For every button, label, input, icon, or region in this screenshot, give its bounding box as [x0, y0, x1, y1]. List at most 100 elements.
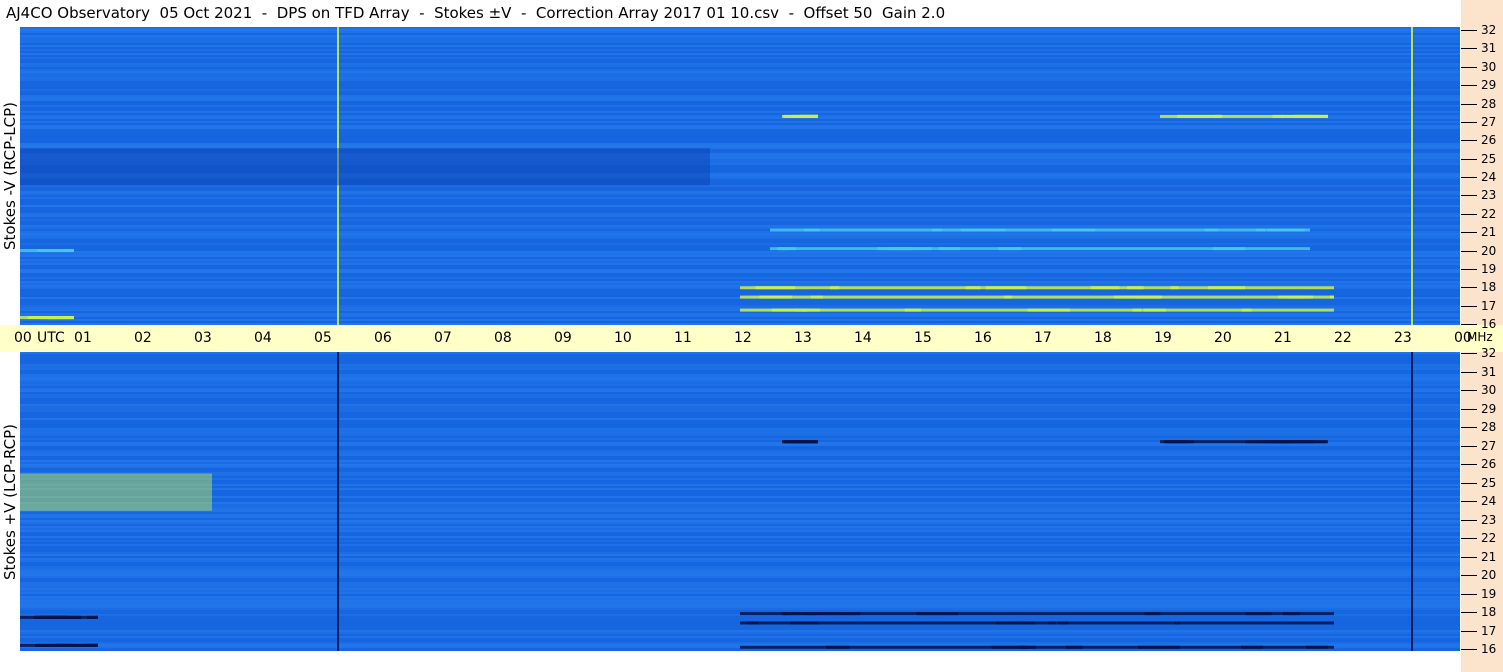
freq-tick — [1461, 324, 1477, 325]
noise-stripe — [20, 113, 1460, 115]
noise-stripe — [20, 123, 1460, 125]
noise-stripe — [20, 408, 1460, 410]
noise-stripe — [20, 536, 1460, 538]
noise-stripe — [20, 105, 1460, 107]
noise-stripe — [20, 33, 1460, 35]
noise-stripe — [20, 532, 1460, 534]
noise-stripe — [20, 454, 1460, 456]
top-panel-label: Stokes -V (RCP-LCP) — [1, 102, 19, 250]
noise-stripe — [20, 402, 1460, 404]
noise-stripe — [20, 552, 1460, 554]
noise-stripe — [20, 51, 1460, 53]
noise-stripe — [20, 141, 1460, 143]
interference-line — [1411, 27, 1413, 325]
freq-tick — [1461, 353, 1477, 354]
emission-band-segment — [1018, 645, 1027, 649]
noise-stripe — [20, 530, 1460, 532]
emission-band-segment — [960, 228, 1006, 232]
emission-band-segment — [55, 643, 91, 647]
noise-stripe — [20, 317, 1460, 319]
time-tick-label: 18 — [1094, 330, 1112, 346]
emission-band-segment — [810, 295, 824, 299]
noise-stripe — [20, 187, 1460, 189]
bottom-margin — [0, 651, 1461, 672]
noise-stripe — [20, 201, 1460, 203]
noise-stripe — [20, 103, 1460, 105]
noise-stripe — [20, 444, 1460, 446]
noise-stripe — [20, 37, 1460, 39]
noise-stripe — [20, 512, 1460, 514]
emission-band-segment — [1174, 621, 1181, 625]
freq-tick-label: 30 — [1481, 59, 1497, 74]
freq-tick — [1461, 268, 1477, 270]
noise-stripe — [20, 486, 1460, 488]
noise-stripe — [20, 211, 1460, 213]
emission-band-segment — [1170, 286, 1179, 290]
noise-stripe — [20, 259, 1460, 261]
emission-band-segment — [1004, 295, 1013, 299]
noise-stripe — [20, 263, 1460, 265]
noise-stripe — [20, 235, 1460, 237]
emission-region — [20, 148, 710, 186]
freq-tick — [1461, 30, 1477, 31]
noise-stripe — [20, 602, 1460, 604]
noise-stripe — [20, 261, 1460, 263]
noise-stripe — [20, 412, 1460, 414]
emission-band-segment — [1114, 295, 1160, 299]
freq-unit-label: MHz — [1467, 330, 1493, 344]
noise-stripe — [20, 39, 1460, 41]
time-tick-label: 03 — [194, 330, 212, 346]
noise-stripe — [20, 610, 1460, 612]
freq-tick — [1461, 305, 1477, 307]
freq-tick — [1461, 538, 1477, 539]
noise-stripe — [20, 608, 1460, 610]
noise-stripe — [20, 404, 1460, 406]
noise-stripe — [20, 638, 1460, 640]
noise-stripe — [20, 550, 1460, 552]
noise-stripe — [20, 628, 1460, 630]
noise-stripe — [20, 265, 1460, 267]
emission-band-segment — [1212, 247, 1245, 251]
noise-stripe — [20, 135, 1460, 137]
noise-stripe — [20, 560, 1460, 562]
noise-stripe — [20, 392, 1460, 394]
noise-stripe — [20, 642, 1460, 644]
noise-stripe — [20, 526, 1460, 528]
noise-stripe — [20, 378, 1460, 380]
noise-stripe — [20, 476, 1460, 478]
noise-stripe — [20, 143, 1460, 145]
noise-stripe — [20, 632, 1460, 634]
noise-stripe — [20, 368, 1460, 370]
freq-tick-label: 29 — [1481, 401, 1497, 416]
time-tick-label: 05 — [314, 330, 332, 346]
noise-stripe — [20, 384, 1460, 386]
top-freq-axis: 32 31 30 29 28 27 26 25 24 23 22 21 20 19 18 17 16 — [1461, 0, 1503, 331]
time-tick-label: 14 — [854, 330, 872, 346]
noise-stripe — [20, 616, 1460, 618]
freq-tick-label: 22 — [1481, 206, 1497, 221]
noise-stripe — [20, 119, 1460, 121]
emission-band-segment — [40, 249, 65, 252]
top-spectrogram — [20, 27, 1460, 325]
freq-tick-label: 24 — [1481, 494, 1497, 508]
noise-stripe — [20, 81, 1460, 83]
noise-stripe — [20, 626, 1460, 628]
bottom-freq-axis: 32 31 30 29 28 27 26 25 24 23 22 21 20 19 18 17 16 — [1461, 346, 1503, 672]
time-tick-label: 19 — [1154, 330, 1172, 346]
noise-stripe — [20, 131, 1460, 133]
noise-stripe — [20, 251, 1460, 253]
noise-stripe — [20, 396, 1460, 398]
noise-stripe — [20, 448, 1460, 450]
noise-stripe — [20, 630, 1460, 632]
emission-band-segment — [1168, 440, 1188, 444]
noise-stripe — [20, 61, 1460, 63]
freq-tick — [1461, 649, 1477, 650]
noise-stripe — [20, 370, 1460, 372]
noise-stripe — [20, 446, 1460, 448]
chart-title: AJ4CO Observatory 05 Oct 2021 - DPS on T… — [6, 4, 946, 22]
noise-stripe — [20, 293, 1460, 295]
freq-tick-label: 18 — [1481, 605, 1497, 619]
noise-stripe — [20, 109, 1460, 111]
freq-tick-label: 26 — [1481, 133, 1497, 148]
noise-stripe — [20, 494, 1460, 496]
